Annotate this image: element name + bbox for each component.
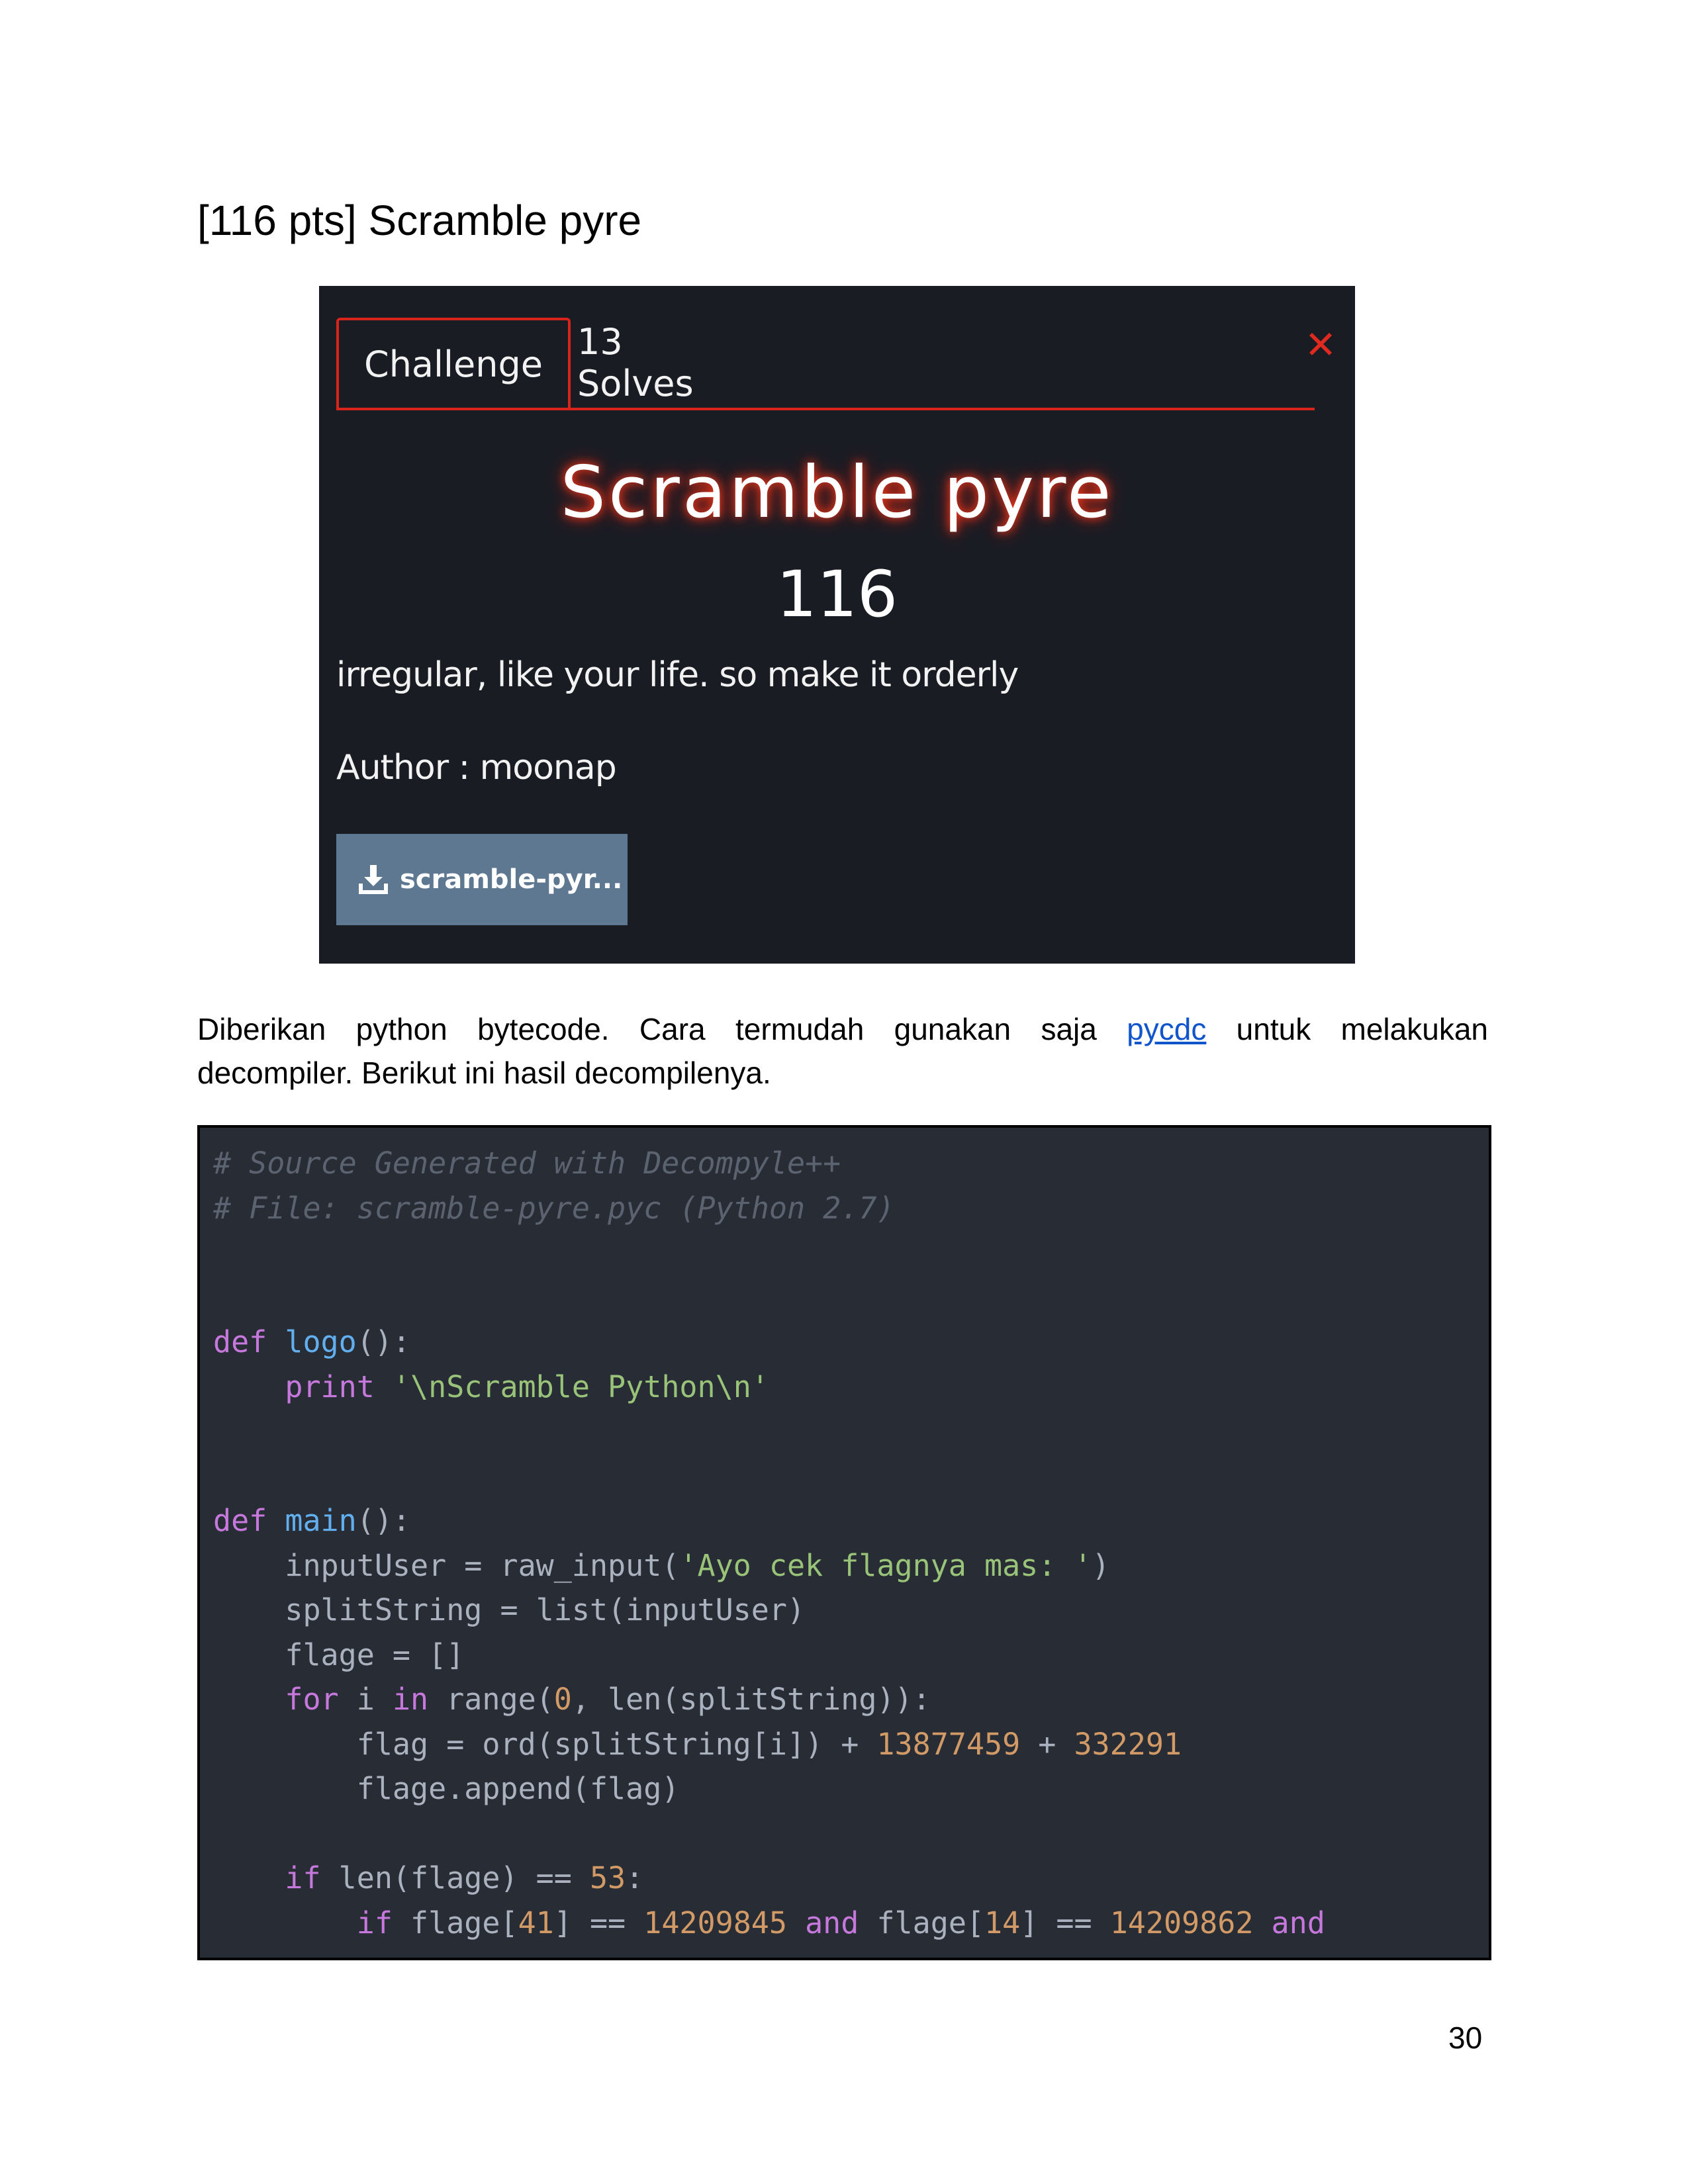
page-number: 30 [1448, 2021, 1483, 2055]
close-icon[interactable]: ✕ [1304, 326, 1337, 364]
code-comment: # Source Generated with Decompyle++ [213, 1146, 841, 1181]
code-keyword: for [285, 1682, 339, 1717]
download-icon [359, 865, 388, 894]
code-text-segment: len(flage) == [320, 1860, 590, 1895]
code-number: 14 [984, 1905, 1021, 1940]
explanation-paragraph: Diberikan python bytecode. Cara termudah… [197, 1007, 1488, 1095]
code-text-segment: flag = ord(splitString[i]) + [213, 1726, 877, 1762]
code-string: '\nScramble Python\n' [392, 1369, 769, 1404]
code-block: # Source Generated with Decompyle++ # Fi… [197, 1125, 1491, 1960]
code-line: flage.append(flag) [213, 1771, 680, 1806]
paragraph-word: termudah [735, 1012, 865, 1046]
code-function-name: logo [285, 1324, 357, 1359]
code-number: 14209862 [1109, 1905, 1254, 1940]
challenge-title: Scramble pyre [560, 451, 1114, 534]
code-line: flage = [] [213, 1637, 465, 1672]
tab-challenge[interactable]: Challenge [336, 318, 571, 408]
code-keyword: if [285, 1860, 321, 1895]
challenge-description: irregular, like your life. so make it or… [336, 655, 1019, 695]
paragraph-word: Diberikan [197, 1012, 326, 1046]
code-keyword: if [356, 1905, 393, 1940]
download-label: scramble-pyr... [400, 864, 623, 895]
challenge-author: Author : moonap [336, 748, 617, 788]
code-text-segment: inputUser = raw_input( [213, 1547, 680, 1583]
code-line: splitString = list(inputUser) [213, 1592, 806, 1627]
paragraph-word: python [355, 1012, 447, 1046]
code-comment: # File: scramble-pyre.pyc (Python 2.7) [213, 1190, 895, 1226]
code-keyword: def [213, 1324, 267, 1359]
code-string: 'Ayo cek flagnya mas: ' [679, 1547, 1092, 1583]
code-keyword: and [805, 1905, 859, 1940]
download-button[interactable]: scramble-pyr... [336, 834, 628, 925]
paragraph-line-1: Diberikan python bytecode. Cara termudah… [197, 1007, 1488, 1051]
code-number: 0 [553, 1682, 572, 1717]
pycdc-link[interactable]: pycdc [1127, 1007, 1206, 1051]
section-heading: [116 pts] Scramble pyre [197, 197, 642, 244]
code-number: 332291 [1074, 1726, 1182, 1762]
code-keyword: print [285, 1369, 375, 1404]
tab-solves[interactable]: 13 Solves [577, 318, 749, 408]
code-number: 53 [589, 1860, 626, 1895]
code-number: 14209845 [643, 1905, 787, 1940]
code-function-name: main [285, 1503, 357, 1538]
challenge-screenshot: Challenge 13 Solves ✕ Scramble pyre 116 … [319, 286, 1355, 964]
code-keyword: in [392, 1682, 429, 1717]
paragraph-word: gunakan [894, 1012, 1011, 1046]
code-keyword: and [1271, 1905, 1325, 1940]
code-text: # Source Generated with Decompyle++ # Fi… [213, 1146, 1325, 1940]
paragraph-line-2: decompiler. Berikut ini hasil decompilen… [197, 1056, 771, 1090]
challenge-points: 116 [776, 557, 898, 631]
tab-underline [336, 408, 1315, 410]
code-keyword: def [213, 1503, 267, 1538]
code-number: 13877459 [876, 1726, 1021, 1762]
paragraph-word: saja [1041, 1012, 1097, 1046]
paragraph-word: melakukan [1340, 1012, 1488, 1046]
paragraph-word: Cara [639, 1012, 706, 1046]
paragraph-word: untuk [1236, 1012, 1311, 1046]
paragraph-word: bytecode. [477, 1012, 610, 1046]
code-number: 41 [518, 1905, 554, 1940]
